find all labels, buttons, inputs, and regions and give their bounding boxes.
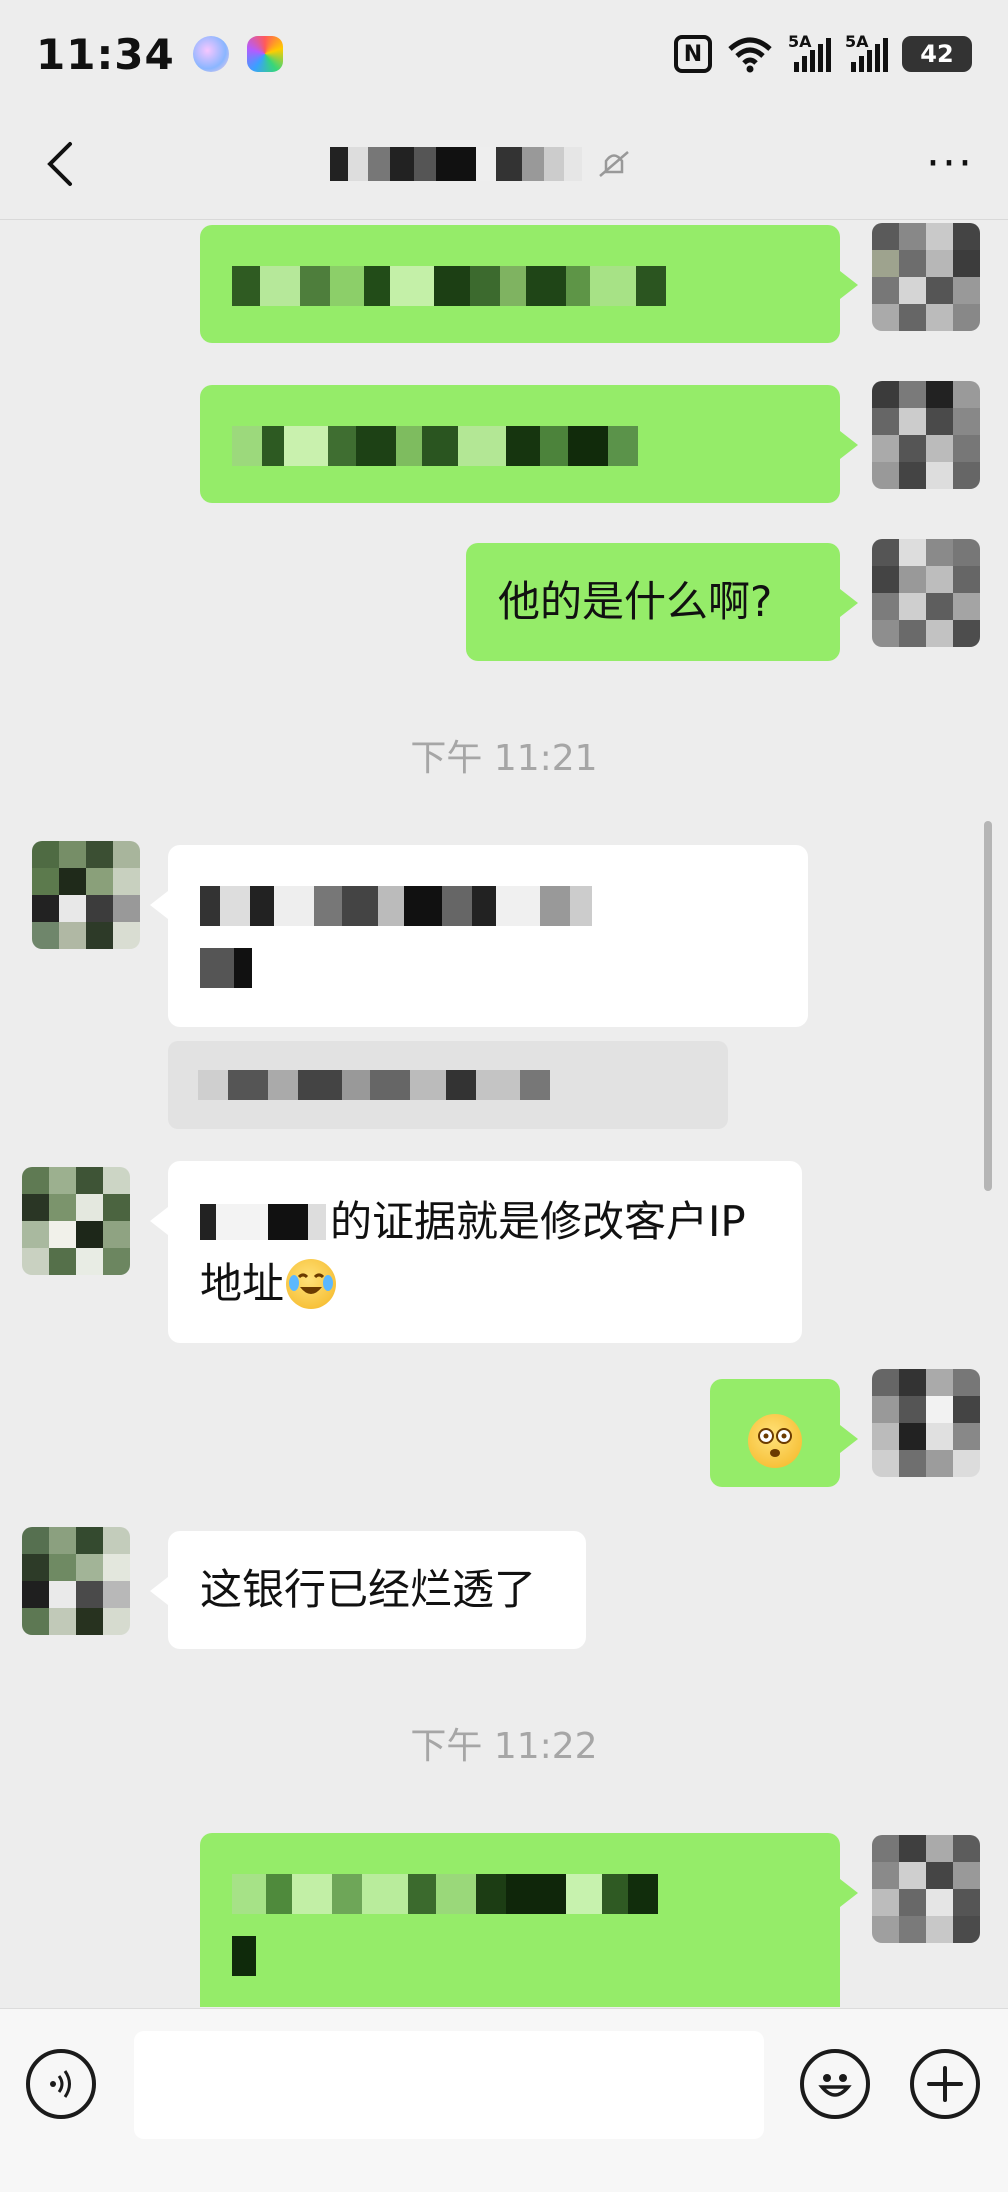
- app-star-icon: [246, 36, 283, 72]
- contact-avatar[interactable]: [22, 1527, 130, 1635]
- self-avatar[interactable]: [872, 539, 980, 647]
- input-bar: [0, 2008, 1008, 2192]
- message-list[interactable]: 他的是什么啊? 下午 11:21 的证据就是修改客户IP 地址 这银行已经烂透了…: [0, 221, 1008, 2007]
- back-button[interactable]: [34, 139, 84, 189]
- message-text: 这银行已经烂透了: [200, 1565, 537, 1614]
- time-divider: 下午 11:22: [410, 1726, 598, 1767]
- dizzy-face-emoji: [748, 1413, 802, 1468]
- wifi-icon: [728, 37, 772, 73]
- message-bubble[interactable]: 的证据就是修改客户IP 地址: [150, 1161, 802, 1343]
- self-avatar[interactable]: [872, 1369, 980, 1477]
- chevron-left-icon: [47, 141, 72, 186]
- self-avatar[interactable]: [872, 223, 980, 331]
- signal-icon: 5A: [845, 32, 888, 72]
- clock: 11:34: [36, 29, 175, 79]
- plus-icon: [927, 2066, 963, 2102]
- time-divider: 下午 11:21: [410, 738, 598, 779]
- contact-avatar[interactable]: [22, 1167, 130, 1275]
- message-bubble-blurred[interactable]: [200, 225, 858, 343]
- emoji-button[interactable]: [800, 2049, 870, 2119]
- voice-button[interactable]: [26, 2049, 96, 2119]
- app-orb-icon: [192, 36, 229, 72]
- self-avatar[interactable]: [872, 381, 980, 489]
- message-input[interactable]: [134, 2031, 764, 2139]
- signal-icon: 5A: [788, 32, 831, 72]
- battery-icon: 42: [902, 36, 972, 72]
- nfc-icon: N: [674, 35, 712, 73]
- smiley-icon: [818, 2074, 852, 2097]
- contact-avatar[interactable]: [32, 841, 140, 949]
- message-bubble[interactable]: 这银行已经烂透了: [150, 1531, 586, 1649]
- scrollbar[interactable]: [984, 821, 992, 1191]
- message-bubble-blurred[interactable]: [150, 845, 808, 1027]
- message-text-line2: 地址: [200, 1259, 285, 1308]
- plus-button[interactable]: [910, 2049, 980, 2119]
- message-bubble[interactable]: [710, 1379, 858, 1487]
- status-bar: 11:34 N 5A 5A 42: [0, 0, 1008, 108]
- chat-header: ···: [0, 108, 1008, 220]
- network-type-label: 5A: [845, 32, 869, 51]
- self-avatar[interactable]: [872, 1835, 980, 1943]
- message-bubble-blurred[interactable]: [200, 1833, 858, 2007]
- crying-laughing-emoji: [286, 1259, 337, 1309]
- chat-title-redacted: [330, 134, 680, 194]
- message-bubble-blurred[interactable]: [200, 385, 858, 503]
- quoted-message-blurred[interactable]: [168, 1041, 728, 1129]
- voice-icon: [50, 2070, 71, 2098]
- bell-off-icon: [599, 151, 629, 177]
- network-type-label: 5A: [788, 32, 812, 51]
- message-bubble[interactable]: 他的是什么啊?: [466, 543, 858, 661]
- more-options-button[interactable]: ···: [926, 141, 974, 186]
- message-text: 的证据就是修改客户IP: [330, 1197, 746, 1246]
- message-text: 他的是什么啊?: [498, 577, 773, 626]
